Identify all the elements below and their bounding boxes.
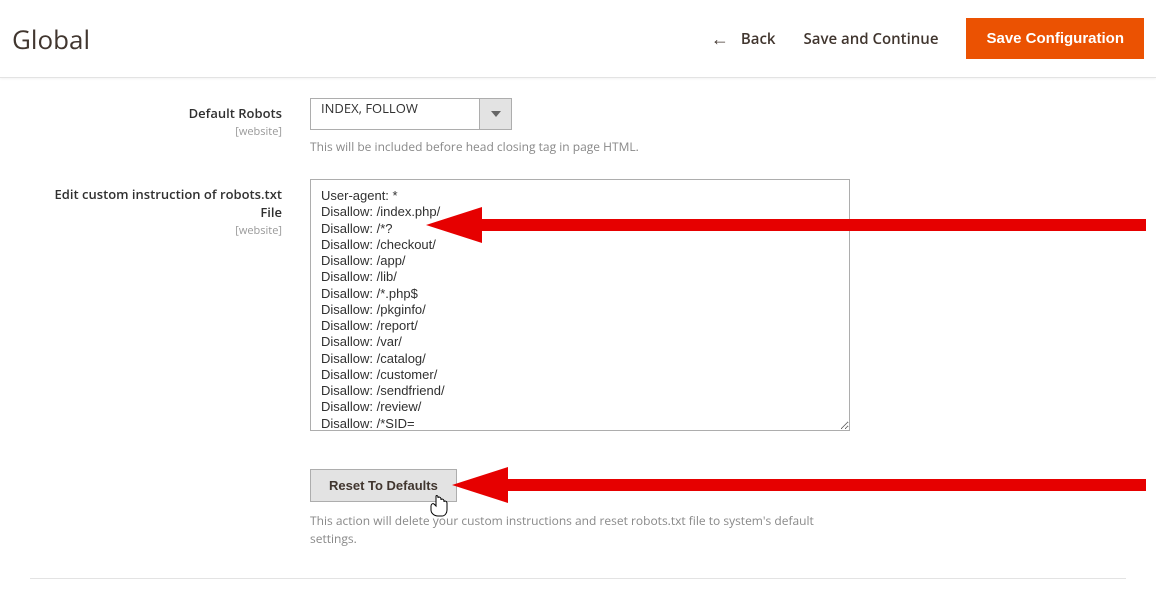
page-title: Global	[12, 21, 90, 57]
default-robots-row: Default Robots [website] INDEX, FOLLOW T…	[30, 98, 1126, 175]
reset-to-defaults-button[interactable]: Reset To Defaults	[310, 469, 457, 502]
header-actions: ← Back Save and Continue Save Configurat…	[711, 18, 1144, 59]
default-robots-value: INDEX, FOLLOW	[310, 98, 480, 130]
robots-txt-row: Edit custom instruction of robots.txt Fi…	[30, 179, 1126, 548]
default-robots-select[interactable]: INDEX, FOLLOW	[310, 98, 1126, 130]
robots-txt-scope: [website]	[30, 223, 282, 238]
robots-txt-textarea-wrap	[310, 179, 1126, 435]
chevron-down-icon	[491, 111, 501, 117]
save-and-continue-button[interactable]: Save and Continue	[804, 29, 939, 49]
default-robots-label: Default Robots	[30, 104, 282, 122]
robots-txt-textarea[interactable]	[310, 179, 850, 431]
robots-txt-input-col: Reset To Defaults This action will delet…	[310, 179, 1126, 548]
arrow-left-icon: ←	[711, 27, 729, 51]
back-button-label: Back	[741, 29, 776, 49]
default-robots-scope: [website]	[30, 124, 282, 139]
robots-txt-label-col: Edit custom instruction of robots.txt Fi…	[30, 179, 310, 238]
page-header: Global ← Back Save and Continue Save Con…	[0, 0, 1156, 78]
default-robots-help: This will be included before head closin…	[310, 138, 1126, 155]
default-robots-label-col: Default Robots [website]	[30, 98, 310, 139]
arrow-annotation-icon	[452, 467, 1146, 503]
dropdown-arrow-button[interactable]	[480, 98, 512, 130]
default-robots-input-col: INDEX, FOLLOW This will be included befo…	[310, 98, 1126, 175]
reset-row: Reset To Defaults This action will delet…	[310, 469, 1126, 548]
back-button[interactable]: ← Back	[711, 27, 776, 51]
section-divider	[30, 578, 1126, 579]
reset-help-text: This action will delete your custom inst…	[310, 512, 830, 548]
save-configuration-button[interactable]: Save Configuration	[966, 18, 1144, 59]
robots-txt-label: Edit custom instruction of robots.txt Fi…	[30, 185, 282, 221]
content-area: Default Robots [website] INDEX, FOLLOW T…	[0, 78, 1156, 599]
